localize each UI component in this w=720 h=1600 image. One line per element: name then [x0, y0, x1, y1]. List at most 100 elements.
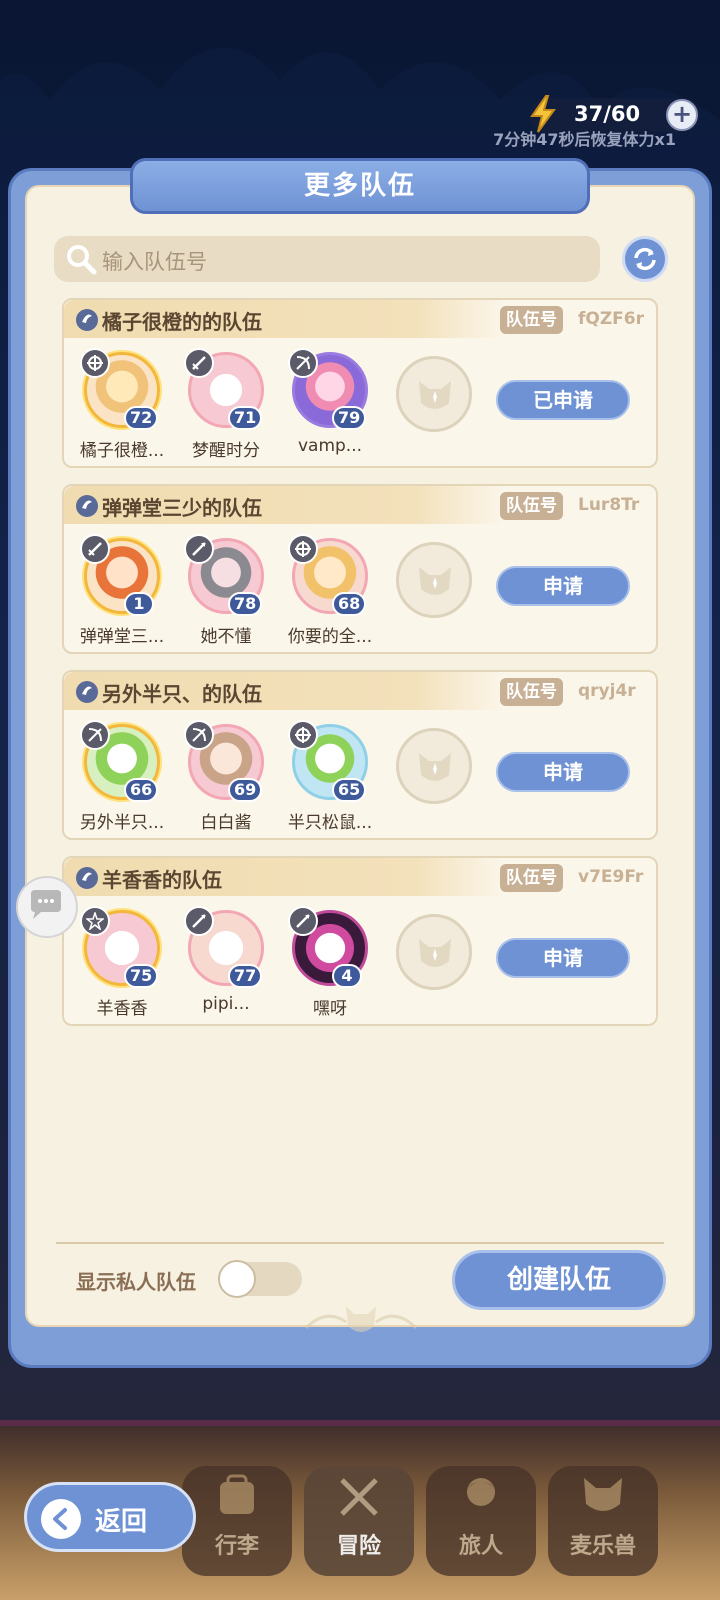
team-member[interactable]: 78 她不懂: [178, 534, 274, 652]
panel-title: 更多队伍: [303, 171, 416, 201]
team-search-input[interactable]: 输入队伍号: [54, 236, 600, 282]
team-id: qryj4r: [578, 681, 636, 701]
chat-button[interactable]: [16, 876, 78, 938]
empty-member-slot: [396, 542, 472, 618]
team-member[interactable]: 65 半只松鼠...: [282, 720, 378, 838]
role-spear-icon: [184, 534, 214, 564]
apply-button[interactable]: 申请: [496, 752, 630, 792]
team-member[interactable]: 77 pipi...: [178, 906, 274, 1024]
team-id: fQZF6r: [578, 309, 644, 329]
search-icon: [67, 245, 97, 275]
refresh-icon: [634, 247, 656, 271]
nav-item-pets[interactable]: 麦乐兽: [548, 1466, 658, 1576]
member-name: pipi...: [202, 994, 250, 1014]
team-member[interactable]: 4 嘿呀: [282, 906, 378, 1024]
member-level: 68: [332, 592, 367, 616]
team-member[interactable]: 75 羊香香: [74, 906, 170, 1024]
member-level: 77: [228, 964, 263, 988]
refresh-button[interactable]: [622, 236, 668, 282]
role-crosshair-icon: [288, 720, 318, 750]
member-level: 66: [124, 778, 159, 802]
team-card: 橘子很橙的的队伍 队伍号 fQZF6r 72 橘子很橙... 71 梦醒时分 7…: [62, 298, 658, 468]
member-name: 梦醒时分: [192, 441, 260, 461]
back-arrow-icon: [41, 1499, 81, 1539]
role-bow-icon: [184, 720, 214, 750]
empty-member-slot: [396, 356, 472, 432]
member-level: 79: [332, 406, 367, 430]
role-crosshair-icon: [80, 348, 110, 378]
traveler-icon: [467, 1478, 495, 1506]
team-card: 羊香香的队伍 队伍号 v7E9Fr 75 羊香香 77 pipi... 4 嘿呀…: [62, 856, 658, 1026]
member-level: 75: [124, 964, 159, 988]
nav-label: 行李: [214, 1534, 259, 1559]
role-sword-icon: [80, 534, 110, 564]
team-leader-icon: [76, 867, 98, 889]
member-level: 72: [124, 406, 159, 430]
nav-item-adventure[interactable]: 冒险: [304, 1466, 414, 1576]
member-name: 橘子很橙...: [79, 441, 165, 461]
apply-button[interactable]: 申请: [496, 566, 630, 606]
team-id-label: 队伍号: [500, 678, 563, 706]
nav-label: 旅人: [458, 1534, 503, 1559]
team-member[interactable]: 68 你要的全...: [282, 534, 378, 652]
team-member[interactable]: 72 橘子很橙...: [74, 348, 170, 466]
toggle-knob: [218, 1260, 256, 1298]
member-name: vamp...: [297, 436, 363, 456]
member-name: 白白酱: [200, 813, 252, 833]
team-member[interactable]: 71 梦醒时分: [178, 348, 274, 466]
team-name: 弹弹堂三少的队伍: [102, 496, 262, 520]
team-card: 另外半只、的队伍 队伍号 qryj4r 66 另外半只... 69 白白酱 65…: [62, 670, 658, 840]
role-spear-icon: [288, 906, 318, 936]
back-button[interactable]: 返回: [24, 1482, 196, 1552]
show-private-toggle[interactable]: [218, 1260, 302, 1298]
apply-button[interactable]: 申请: [496, 938, 630, 978]
backpack-icon: [220, 1474, 254, 1514]
team-member[interactable]: 1 弹弹堂三...: [74, 534, 170, 652]
pet-cat-icon: [584, 1478, 622, 1511]
member-level: 1: [124, 592, 154, 616]
team-member[interactable]: 66 另外半只...: [74, 720, 170, 838]
member-level: 65: [332, 778, 367, 802]
show-private-label: 显示私人队伍: [76, 1270, 196, 1294]
nav-label: 麦乐兽: [569, 1534, 636, 1559]
team-card-header: 羊香香的队伍: [64, 858, 504, 896]
team-name: 另外半只、的队伍: [102, 682, 262, 706]
crossed-swords-icon: [340, 1478, 378, 1516]
cat-silhouette-icon: [419, 753, 451, 781]
role-sword-icon: [184, 348, 214, 378]
nav-item-traveler[interactable]: 旅人: [426, 1466, 536, 1576]
empty-member-slot: [396, 914, 472, 990]
member-name: 另外半只...: [79, 813, 165, 833]
member-name: 你要的全...: [287, 627, 373, 647]
member-level: 4: [332, 964, 362, 988]
member-level: 69: [228, 778, 263, 802]
back-label: 返回: [95, 1507, 148, 1537]
member-level: 78: [228, 592, 263, 616]
create-team-button[interactable]: 创建队伍: [452, 1250, 666, 1310]
member-level: 71: [228, 406, 263, 430]
role-spear-icon: [184, 906, 214, 936]
chat-bubble-icon: [31, 890, 61, 919]
team-id-label: 队伍号: [500, 864, 563, 892]
role-crosshair-icon: [288, 534, 318, 564]
team-member[interactable]: 69 白白酱: [178, 720, 274, 838]
cat-silhouette-icon: [419, 381, 451, 409]
member-name: 嘿呀: [313, 999, 347, 1019]
search-placeholder: 输入队伍号: [102, 250, 207, 274]
team-id-label: 队伍号: [500, 492, 563, 520]
member-name: 羊香香: [96, 999, 148, 1019]
cat-crest-ornament: [304, 1306, 418, 1332]
team-id-label: 队伍号: [500, 306, 563, 334]
team-leader-icon: [76, 681, 98, 703]
member-name: 弹弹堂三...: [79, 627, 165, 647]
team-id: Lur8Tr: [578, 495, 640, 515]
team-member[interactable]: 79 vamp...: [282, 348, 378, 466]
team-name: 羊香香的队伍: [102, 868, 222, 892]
member-name: 她不懂: [200, 627, 252, 647]
nav-label: 冒险: [336, 1534, 381, 1559]
forest-silhouette: [0, 0, 720, 120]
cat-silhouette-icon: [419, 567, 451, 595]
applied-button[interactable]: 已申请: [496, 380, 630, 420]
empty-member-slot: [396, 728, 472, 804]
nav-item-bag[interactable]: 行李: [182, 1466, 292, 1576]
